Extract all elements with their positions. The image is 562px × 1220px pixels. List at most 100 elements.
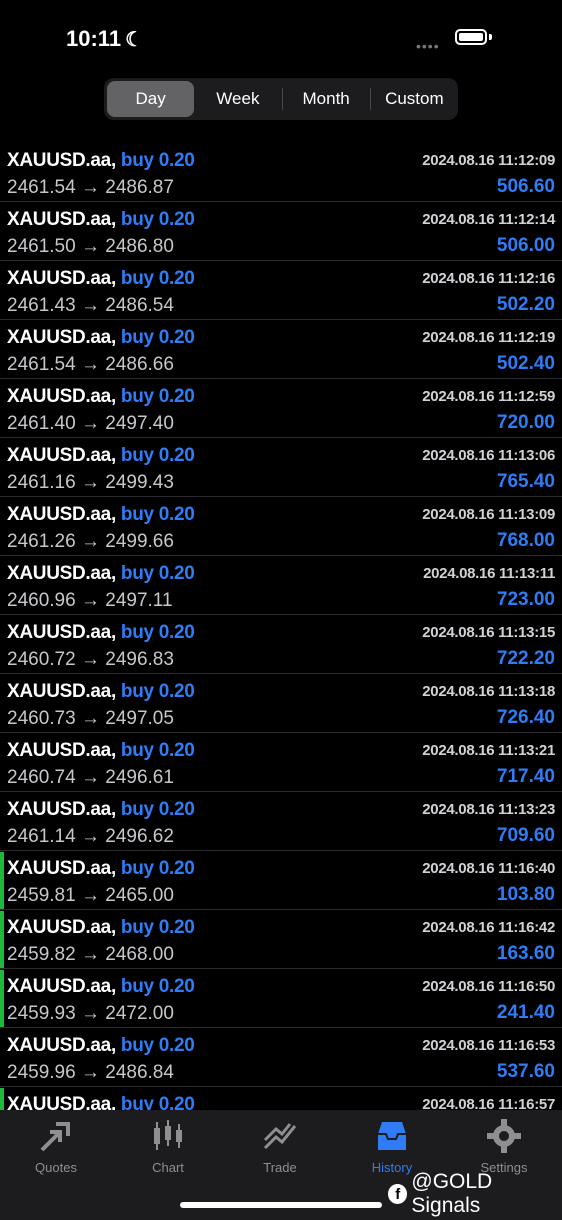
trade-profit: 506.60 — [496, 176, 555, 197]
arrow-right-icon: → — [80, 236, 100, 257]
close-price: 2465.00 — [105, 885, 174, 906]
status-time: 10:11 ☾ — [66, 26, 143, 51]
trade-side: buy 0.20 — [120, 386, 195, 407]
trade-row[interactable]: XAUUSD.aa, buy 0.20 2459.96 → 2486.84 2024… — [0, 1029, 562, 1087]
open-price: 2459.96 — [7, 1062, 76, 1083]
close-price: 2496.61 — [105, 767, 174, 788]
period-filter: Day Week Month Custom — [104, 78, 458, 120]
trade-row[interactable]: XAUUSD.aa, buy 0.20 2461.54 → 2486.87 2024… — [0, 144, 562, 202]
trade-row[interactable]: XAUUSD.aa, buy 0.20 2461.43 → 2486.54 2024… — [0, 262, 562, 320]
trade-profit: 241.40 — [496, 1002, 555, 1023]
trade-row[interactable]: XAUUSD.aa, buy 0.20 2461.16 → 2499.43 2024… — [0, 439, 562, 497]
close-price: 2486.87 — [105, 177, 174, 198]
trade-row[interactable]: XAUUSD.aa, buy 0.20 2461.26 → 2499.66 2024… — [0, 498, 562, 556]
facebook-icon: f — [388, 1184, 408, 1204]
trade-profit: 506.00 — [496, 235, 555, 256]
close-price: 2486.54 — [105, 295, 174, 316]
trade-symbol: XAUUSD.aa, buy 0.20 — [7, 209, 195, 230]
trade-timestamp: 2024.08.16 11:13:21 — [422, 742, 555, 759]
trade-history-list[interactable]: XAUUSD.aa, buy 0.20 2461.54 → 2486.87 2024… — [0, 126, 562, 1110]
trade-side: buy 0.20 — [120, 976, 195, 997]
trade-side: buy 0.20 — [120, 1035, 195, 1056]
close-price: 2499.43 — [105, 472, 174, 493]
home-indicator[interactable] — [180, 1202, 382, 1208]
trade-row[interactable]: XAUUSD.aa, buy 0.20 2459.81 → 2465.00 2024… — [0, 852, 562, 910]
trade-prices: 2459.96 → 2486.84 — [7, 1062, 174, 1084]
arrow-right-icon: → — [80, 885, 100, 906]
open-price: 2461.54 — [7, 177, 76, 198]
history-icon — [378, 1122, 406, 1150]
tab-history[interactable]: History — [336, 1118, 448, 1175]
trade-prices: 2461.26 → 2499.66 — [7, 531, 174, 553]
open-price: 2460.74 — [7, 767, 76, 788]
trade-profit: 723.00 — [496, 589, 555, 610]
open-price: 2460.72 — [7, 649, 76, 670]
trade-symbol: XAUUSD.aa, buy 0.20 — [7, 976, 195, 997]
tab-chart[interactable]: Chart — [112, 1118, 224, 1175]
moon-icon: ☾ — [125, 29, 143, 51]
close-price: 2497.11 — [105, 590, 173, 611]
trade-symbol: XAUUSD.aa, buy 0.20 — [7, 150, 195, 171]
trade-row[interactable]: XAUUSD.aa, buy 0.20 2459.82 → 2468.00 2024… — [0, 911, 562, 969]
trade-symbol: XAUUSD.aa, buy 0.20 — [7, 268, 195, 289]
trade-side: buy 0.20 — [120, 1094, 195, 1110]
close-price: 2499.66 — [105, 531, 174, 552]
trade-row[interactable]: XAUUSD.aa, buy 0.20 2461.40 → 2497.40 2024… — [0, 380, 562, 438]
arrow-right-icon: → — [80, 177, 100, 198]
trade-timestamp: 2024.08.16 11:12:16 — [422, 270, 555, 287]
trade-profit: 709.60 — [496, 825, 555, 846]
filter-day[interactable]: Day — [107, 81, 195, 117]
trade-timestamp: 2024.08.16 11:13:11 — [423, 565, 555, 582]
trade-profit: 717.40 — [496, 766, 555, 787]
trade-prices: 2461.50 → 2486.80 — [7, 236, 174, 258]
arrow-right-icon: → — [80, 1003, 100, 1024]
filter-month[interactable]: Month — [283, 81, 370, 117]
trade-row[interactable]: XAUUSD.aa, buy 0.20 2460.74 → 2496.61 2024… — [0, 734, 562, 792]
tab-quotes[interactable]: Quotes — [0, 1118, 112, 1175]
trade-side: buy 0.20 — [120, 563, 195, 584]
open-price: 2461.16 — [7, 472, 76, 493]
open-price: 2461.54 — [7, 354, 76, 375]
trade-side: buy 0.20 — [120, 327, 195, 348]
close-price: 2496.62 — [105, 826, 174, 847]
trade-row[interactable]: XAUUSD.aa, buy 0.20 2024.08.16 11:16:57 — [0, 1088, 562, 1110]
open-price: 2461.40 — [7, 413, 76, 434]
trade-side: buy 0.20 — [120, 209, 195, 230]
arrow-right-icon: → — [80, 531, 100, 552]
trade-side: buy 0.20 — [120, 268, 195, 289]
trade-timestamp: 2024.08.16 11:12:19 — [422, 329, 555, 346]
open-price: 2460.96 — [7, 590, 76, 611]
close-price: 2497.05 — [105, 708, 174, 729]
open-price: 2459.93 — [7, 1003, 76, 1024]
trade-row[interactable]: XAUUSD.aa, buy 0.20 2460.72 → 2496.83 2024… — [0, 616, 562, 674]
trade-side: buy 0.20 — [120, 504, 195, 525]
trade-symbol: XAUUSD.aa, buy 0.20 — [7, 563, 195, 584]
trade-side: buy 0.20 — [120, 740, 195, 761]
trade-timestamp: 2024.08.16 11:12:59 — [422, 388, 555, 405]
trade-row[interactable]: XAUUSD.aa, buy 0.20 2460.73 → 2497.05 2024… — [0, 675, 562, 733]
trade-row[interactable]: XAUUSD.aa, buy 0.20 2461.54 → 2486.66 2024… — [0, 321, 562, 379]
trade-side: buy 0.20 — [120, 150, 195, 171]
trade-side: buy 0.20 — [120, 681, 195, 702]
trade-prices: 2461.54 → 2486.87 — [7, 177, 174, 199]
trade-symbol: XAUUSD.aa, buy 0.20 — [7, 622, 195, 643]
trade-profit: 537.60 — [496, 1061, 555, 1082]
trade-row[interactable]: XAUUSD.aa, buy 0.20 2461.50 → 2486.80 2024… — [0, 203, 562, 261]
close-price: 2468.00 — [105, 944, 174, 965]
trade-profit: 502.20 — [496, 294, 555, 315]
tab-trade[interactable]: Trade — [224, 1118, 336, 1175]
trade-prices: 2459.93 → 2472.00 — [7, 1003, 174, 1025]
tab-settings[interactable]: Settings — [448, 1118, 560, 1175]
filter-week[interactable]: Week — [194, 81, 281, 117]
arrow-right-icon: → — [80, 354, 100, 375]
close-price: 2472.00 — [105, 1003, 174, 1024]
trade-prices: 2461.43 → 2486.54 — [7, 295, 174, 317]
trade-row[interactable]: XAUUSD.aa, buy 0.20 2460.96 → 2497.11 2024… — [0, 557, 562, 615]
arrow-right-icon: → — [80, 1062, 100, 1083]
arrow-right-icon: → — [80, 708, 100, 729]
trade-symbol: XAUUSD.aa, buy 0.20 — [7, 445, 195, 466]
trade-row[interactable]: XAUUSD.aa, buy 0.20 2461.14 → 2496.62 2024… — [0, 793, 562, 851]
trade-row[interactable]: XAUUSD.aa, buy 0.20 2459.93 → 2472.00 2024… — [0, 970, 562, 1028]
open-price: 2460.73 — [7, 708, 76, 729]
filter-custom[interactable]: Custom — [371, 81, 458, 117]
